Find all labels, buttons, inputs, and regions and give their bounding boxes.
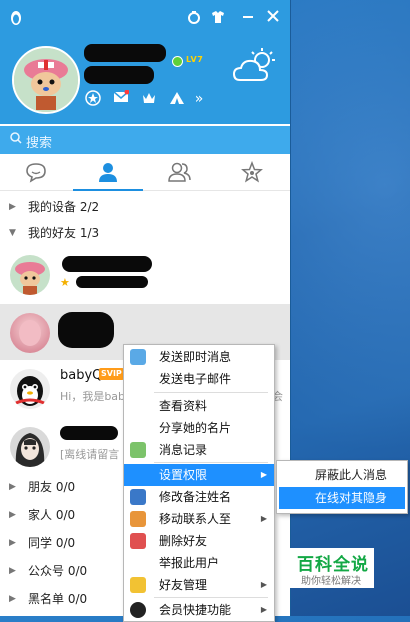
menu-item-friend-management[interactable]: 好友管理 ▶	[124, 574, 274, 596]
vip-crown-icon: ★	[60, 276, 70, 289]
menu-item-message-history[interactable]: 消息记录	[124, 439, 274, 461]
group-label: 公众号	[28, 564, 65, 578]
contact-avatar	[10, 313, 50, 353]
qq-penguin-logo-icon	[8, 10, 24, 26]
tab-conversations[interactable]	[0, 154, 72, 190]
group-label: 黑名单	[28, 592, 65, 606]
menu-divider	[154, 392, 268, 393]
menu-item-view-profile[interactable]: 查看资料	[124, 395, 274, 417]
more-apps-icon[interactable]: »	[190, 90, 208, 108]
contact-person-icon	[99, 163, 117, 182]
svip-badge: SVIP	[99, 368, 124, 380]
babyq-penguin-avatar	[10, 369, 50, 409]
skin-icon[interactable]	[186, 10, 202, 26]
redacted-contact-signature	[76, 276, 148, 288]
submenu-arrow-icon: ▶	[260, 605, 267, 614]
tab-favorites[interactable]	[216, 154, 288, 190]
group-my-friends[interactable]: ▼ 我的好友 1/3	[0, 220, 290, 246]
group-label: 朋友	[28, 480, 53, 494]
minimize-button[interactable]	[240, 10, 256, 26]
group-count: 0/0	[55, 536, 76, 550]
group-count: 0/0	[55, 508, 76, 522]
menu-item-move-contact[interactable]: 移动联系人至 ▶	[124, 508, 274, 530]
menu-item-send-email[interactable]: 发送电子邮件	[124, 368, 274, 390]
expanded-arrow-icon: ▼	[9, 228, 16, 238]
vip-star-icon[interactable]	[84, 90, 102, 108]
move-person-icon	[130, 511, 146, 527]
collapsed-arrow-icon: ▶	[9, 202, 16, 212]
level-badge[interactable]: LV7	[186, 55, 203, 64]
group-count: 0/0	[67, 592, 88, 606]
menu-item-edit-remark[interactable]: 修改备注姓名	[124, 486, 274, 508]
contact-avatar	[10, 427, 50, 467]
menu-item-delete-friend[interactable]: 删除好友	[124, 530, 274, 552]
main-tabs	[0, 154, 290, 191]
tab-groups[interactable]	[144, 154, 216, 190]
search-input[interactable]: 搜索	[26, 132, 52, 151]
collapsed-arrow-icon: ▶	[9, 482, 16, 492]
menu-item-vip-shortcut[interactable]: 会员快捷功能 ▶	[124, 599, 274, 621]
menu-item-permissions[interactable]: 设置权限 ▶	[124, 464, 274, 486]
online-status-icon[interactable]	[172, 56, 183, 67]
permissions-submenu: 屏蔽此人消息 在线对其隐身	[276, 460, 408, 514]
desktop-background	[285, 0, 410, 616]
tab-contacts[interactable]	[72, 154, 144, 191]
redacted-contact-name	[62, 256, 152, 272]
watermark-logo: 百科全说 助你轻松解决	[288, 548, 374, 588]
profile-header: LV7 »	[0, 0, 290, 124]
group-label: 家人	[28, 508, 53, 522]
group-label: 同学	[28, 536, 53, 550]
menu-divider	[154, 597, 268, 598]
chat-message-icon	[130, 349, 146, 365]
contact-avatar	[10, 255, 50, 295]
contact-name: babyQ	[60, 368, 103, 383]
group-count: 0/0	[67, 564, 88, 578]
weather-cloud-sun-icon[interactable]	[232, 46, 278, 86]
delete-person-icon	[130, 533, 146, 549]
submenu-arrow-icon: ▶	[260, 580, 267, 589]
crown-icon[interactable]	[140, 90, 158, 108]
user-avatar[interactable]	[12, 46, 80, 114]
submenu-item-invisible-online[interactable]: 在线对其隐身	[279, 487, 405, 509]
group-icon	[168, 162, 191, 182]
edit-remark-icon	[130, 489, 146, 505]
mail-icon[interactable]	[112, 89, 130, 108]
collapsed-arrow-icon: ▶	[9, 510, 16, 520]
group-my-devices[interactable]: ▶ 我的设备 2/2	[0, 194, 290, 220]
message-history-icon	[130, 442, 146, 458]
search-icon	[10, 132, 22, 148]
group-label: 我的好友	[28, 226, 77, 240]
menu-item-share-card[interactable]: 分享她的名片	[124, 417, 274, 439]
redacted-contact-name	[60, 426, 118, 440]
contact-signature: Hi，我是baby	[60, 390, 132, 403]
contact-signature: [离线请留言	[60, 448, 120, 461]
group-count: 0/0	[55, 480, 76, 494]
redacted-contact-name	[58, 312, 114, 348]
group-label: 我的设备	[28, 200, 77, 214]
submenu-arrow-icon: ▶	[260, 470, 267, 479]
contact-row[interactable]: ★	[0, 246, 290, 304]
contact-context-menu: 发送即时消息 发送电子邮件 查看资料 分享她的名片 消息记录 设置权限 ▶ 修改…	[123, 344, 275, 622]
submenu-arrow-icon: ▶	[260, 514, 267, 523]
menu-divider	[154, 462, 268, 463]
friend-management-icon	[130, 577, 146, 593]
search-bar[interactable]: 搜索	[0, 126, 290, 154]
menu-item-report-user[interactable]: 举报此用户	[124, 552, 274, 574]
group-count: 2/2	[79, 200, 100, 214]
collapsed-arrow-icon: ▶	[9, 566, 16, 576]
chat-bubble-icon	[26, 163, 46, 183]
redacted-nickname	[84, 44, 166, 62]
close-button[interactable]	[265, 10, 281, 26]
shirt-icon[interactable]	[210, 10, 226, 26]
submenu-item-block-messages[interactable]: 屏蔽此人消息	[279, 464, 405, 486]
tent-icon[interactable]	[168, 90, 186, 108]
star-icon	[241, 160, 263, 183]
watermark-subtitle: 助你轻松解决	[301, 576, 361, 587]
collapsed-arrow-icon: ▶	[9, 538, 16, 548]
menu-item-send-im[interactable]: 发送即时消息	[124, 346, 274, 368]
group-count: 1/3	[79, 226, 100, 240]
redacted-signature	[84, 66, 154, 84]
collapsed-arrow-icon: ▶	[9, 594, 16, 604]
